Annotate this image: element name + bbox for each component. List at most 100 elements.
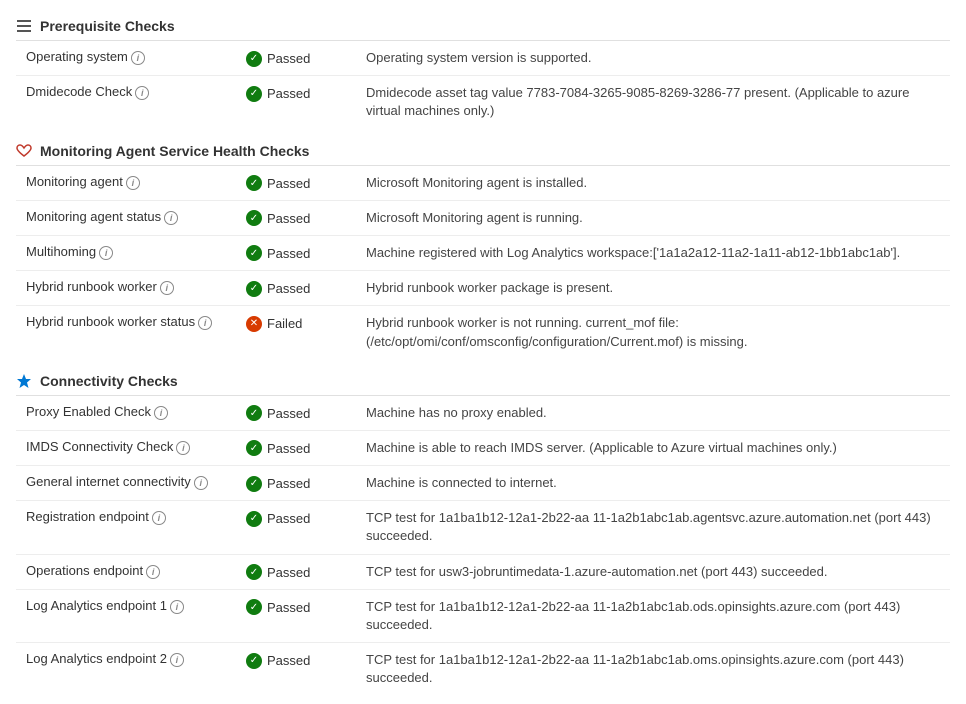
passed-icon: ✓	[246, 440, 262, 456]
check-name-cell: Hybrid runbook worker statusi	[16, 306, 236, 359]
description-cell: Machine registered with Log Analytics wo…	[356, 235, 950, 270]
description-cell: Machine is connected to internet.	[356, 466, 950, 501]
info-icon[interactable]: i	[131, 51, 145, 65]
status-text: Passed	[267, 476, 310, 491]
check-label: Operating system	[26, 49, 128, 64]
table-row: Proxy Enabled Checki✓PassedMachine has n…	[16, 396, 950, 431]
info-icon[interactable]: i	[164, 211, 178, 225]
info-icon[interactable]: i	[126, 176, 140, 190]
passed-icon: ✓	[246, 245, 262, 261]
check-name-cell: Proxy Enabled Checki	[16, 396, 236, 431]
table-row: Log Analytics endpoint 2i ✓Passed TCP test…	[16, 643, 950, 696]
check-name-cell: Dmidecode Checki	[16, 76, 236, 129]
passed-icon: ✓	[246, 564, 262, 580]
description-cell: Hybrid runbook worker package is present…	[356, 271, 950, 306]
status-text: Passed	[267, 406, 310, 421]
table-row: Log Analytics endpoint 1i ✓ Passed TCP test…	[16, 589, 950, 642]
section-header-prerequisite: Prerequisite Checks	[16, 8, 950, 41]
info-icon[interactable]: i	[99, 246, 113, 260]
passed-icon: ✓	[246, 476, 262, 492]
check-label: Hybrid runbook worker status	[26, 314, 195, 329]
section-title-prerequisite: Prerequisite Checks	[40, 18, 175, 34]
status-cell: ✓ Passed	[236, 41, 356, 76]
status-text: Passed	[267, 600, 310, 615]
check-name-cell: Monitoring agent statusi	[16, 200, 236, 235]
table-row: Monitoring agent statusi✓PassedMicrosoft…	[16, 200, 950, 235]
status-badge: ✓Passed	[246, 653, 310, 669]
table-row: Monitoring agenti✓PassedMicrosoft Monito…	[16, 166, 950, 201]
check-label: Proxy Enabled Check	[26, 404, 151, 419]
description-cell: TCP test for 1a1ba1b12-12a1-2b22-aa 11-1…	[356, 589, 950, 642]
info-icon[interactable]: i	[154, 406, 168, 420]
check-label: Log Analytics endpoint 2	[26, 651, 167, 666]
status-cell: ✓Passed	[236, 501, 356, 554]
info-icon[interactable]: i	[146, 565, 160, 579]
table-row: Hybrid runbook worker statusi✕FailedHybr…	[16, 306, 950, 359]
status-badge: ✓ Passed	[246, 51, 310, 67]
table-row: Hybrid runbook workeri✓PassedHybrid runb…	[16, 271, 950, 306]
info-icon[interactable]: i	[160, 281, 174, 295]
check-name-cell: Operations endpointi	[16, 554, 236, 589]
check-label: Log Analytics endpoint 1	[26, 598, 167, 613]
info-icon[interactable]: i	[198, 316, 212, 330]
list-icon	[16, 18, 32, 34]
status-text: Passed	[267, 511, 310, 526]
info-icon[interactable]: i	[135, 86, 149, 100]
check-name-cell: Log Analytics endpoint 1i	[16, 589, 236, 642]
status-text: Passed	[267, 441, 310, 456]
description-cell: Microsoft Monitoring agent is installed.	[356, 166, 950, 201]
status-text: Passed	[267, 565, 310, 580]
sections-wrapper: Prerequisite ChecksOperating systemi✓Pas…	[16, 8, 950, 696]
status-text: Failed	[267, 316, 302, 331]
description-cell: TCP test for 1a1ba1b12-12a1-2b22-aa 11-1…	[356, 501, 950, 554]
info-icon[interactable]: i	[194, 476, 208, 490]
status-badge: ✓Passed	[246, 511, 310, 527]
info-icon[interactable]: i	[170, 600, 184, 614]
info-icon[interactable]: i	[152, 511, 166, 525]
section-title-connectivity: Connectivity Checks	[40, 373, 178, 389]
check-name-cell: IMDS Connectivity Checki	[16, 430, 236, 465]
status-cell: ✓Passed	[236, 643, 356, 696]
status-text: Passed	[267, 86, 310, 101]
status-text: Passed	[267, 51, 310, 66]
status-cell: ✓Passed	[236, 76, 356, 129]
info-icon[interactable]: i	[170, 653, 184, 667]
status-cell: ✓ Passed	[236, 554, 356, 589]
status-badge: ✓Passed	[246, 405, 310, 421]
table-row: General internet connectivityi✓PassedMac…	[16, 466, 950, 501]
description-cell: Dmidecode asset tag value 7783-7084-3265…	[356, 76, 950, 129]
status-badge: ✓ Passed	[246, 599, 310, 615]
passed-icon: ✓	[246, 51, 262, 67]
check-name-cell: Registration endpointi	[16, 501, 236, 554]
check-name-cell: Monitoring agenti	[16, 166, 236, 201]
status-text: Passed	[267, 246, 310, 261]
status-cell: ✓ Passed	[236, 589, 356, 642]
status-badge: ✓Passed	[246, 86, 310, 102]
check-label: Operations endpoint	[26, 563, 143, 578]
heart-icon	[16, 143, 32, 159]
passed-icon: ✓	[246, 175, 262, 191]
table-row: Multihomingi✓PassedMachine registered wi…	[16, 235, 950, 270]
passed-icon: ✓	[246, 599, 262, 615]
status-cell: ✓Passed	[236, 271, 356, 306]
status-cell: ✓Passed	[236, 396, 356, 431]
table-row: Operating systemi ✓ Passed Operating system…	[16, 41, 950, 76]
check-label: Monitoring agent	[26, 174, 123, 189]
table-row: Registration endpointi ✓Passed TCP test fo…	[16, 501, 950, 554]
description-cell: TCP test for 1a1ba1b12-12a1-2b22-aa 11-1…	[356, 643, 950, 696]
table-prerequisite: Operating systemi✓PassedOperating system…	[16, 41, 950, 129]
description-cell: Machine is able to reach IMDS server. (A…	[356, 430, 950, 465]
status-cell: ✓Passed	[236, 166, 356, 201]
status-badge: ✓ Passed	[246, 564, 310, 580]
passed-icon: ✓	[246, 653, 262, 669]
description-cell: Operating system version is supported.	[356, 41, 950, 76]
table-monitoring: Monitoring agenti✓PassedMicrosoft Monito…	[16, 166, 950, 359]
status-badge: ✓ Passed	[246, 245, 310, 261]
description-cell: Microsoft Monitoring agent is running.	[356, 200, 950, 235]
main-container: Prerequisite ChecksOperating systemi✓Pas…	[0, 0, 966, 704]
check-label: Dmidecode Check	[26, 84, 132, 99]
section-header-connectivity: Connectivity Checks	[16, 363, 950, 396]
table-row: Dmidecode Checki ✓Passed Dmidecode asset t…	[16, 76, 950, 129]
info-icon[interactable]: i	[176, 441, 190, 455]
status-cell: ✕Failed	[236, 306, 356, 359]
